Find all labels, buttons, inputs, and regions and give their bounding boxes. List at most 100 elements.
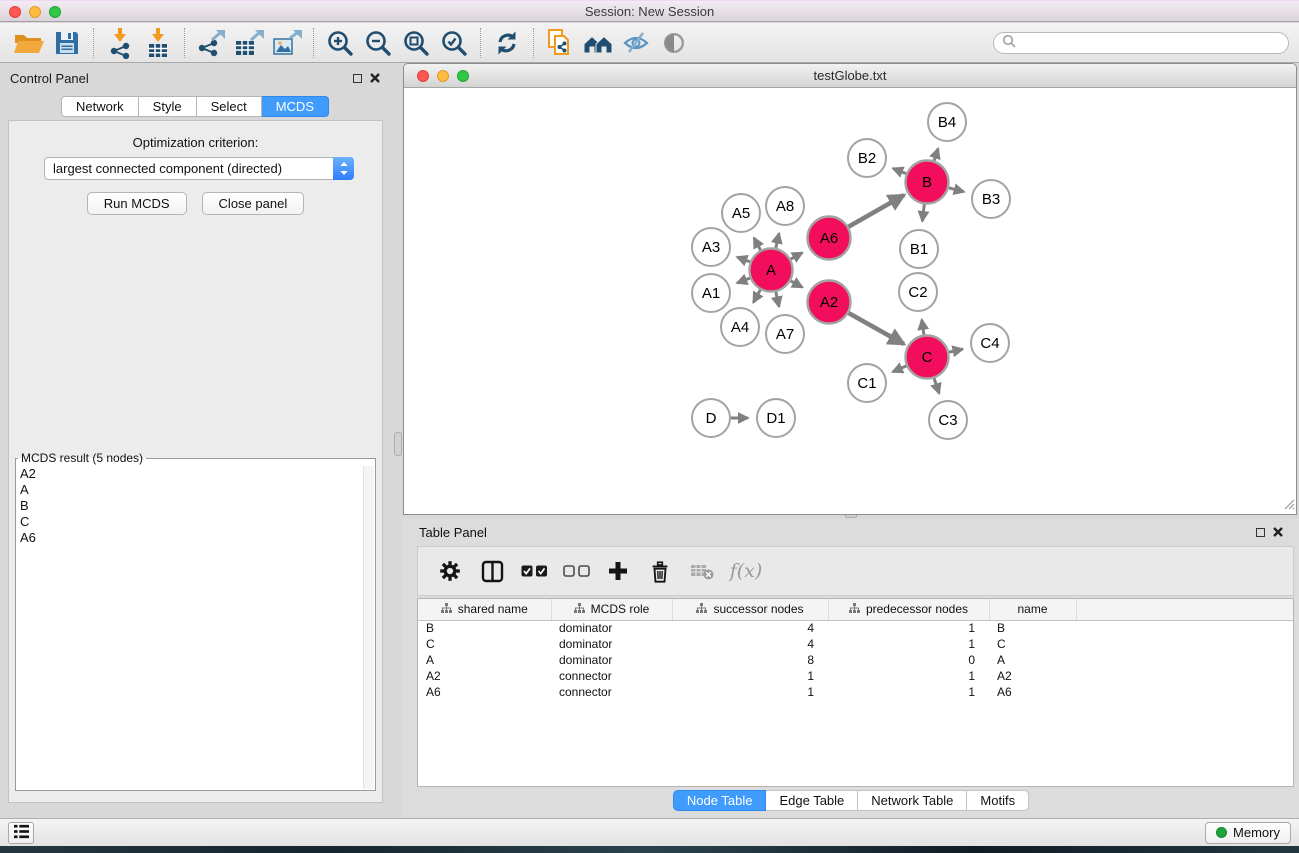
edge-B-B3[interactable] xyxy=(949,188,964,192)
tab-mcds[interactable]: MCDS xyxy=(262,96,329,117)
cell-name[interactable]: A6 xyxy=(989,684,1076,700)
result-item-a6[interactable]: A6 xyxy=(16,530,363,546)
delete-column-icon[interactable] xyxy=(642,554,678,588)
cell-successor-nodes[interactable]: 1 xyxy=(672,684,828,700)
zoom-selected-icon[interactable] xyxy=(435,26,473,60)
edge-A-A4[interactable] xyxy=(753,290,760,303)
maximize-window-button[interactable] xyxy=(49,6,61,18)
cell-mcds-role[interactable]: connector xyxy=(551,684,672,700)
edge-B-B1[interactable] xyxy=(922,204,924,221)
gear-icon[interactable] xyxy=(432,554,468,588)
cell-successor-nodes[interactable]: 4 xyxy=(672,636,828,652)
node-A4[interactable]: A4 xyxy=(721,308,759,346)
cell-mcds-role[interactable]: dominator xyxy=(551,636,672,652)
column-header-name[interactable]: name xyxy=(989,599,1076,620)
zoom-out-icon[interactable] xyxy=(359,26,397,60)
table-row-b[interactable]: Bdominator41B xyxy=(418,620,1293,636)
show-eye-icon[interactable] xyxy=(655,26,693,60)
open-folder-icon[interactable] xyxy=(10,26,48,60)
cell-shared-name[interactable]: A2 xyxy=(418,668,551,684)
cell-mcds-role[interactable]: dominator xyxy=(551,620,672,636)
network-window-titlebar[interactable]: testGlobe.txt xyxy=(404,64,1296,88)
result-item-a[interactable]: A xyxy=(16,482,363,498)
tab-edge-table[interactable]: Edge Table xyxy=(766,790,858,811)
zoom-in-icon[interactable] xyxy=(321,26,359,60)
cell-predecessor-nodes[interactable]: 1 xyxy=(828,684,989,700)
close-table-panel-icon[interactable] xyxy=(1273,527,1283,537)
edge-A-A3[interactable] xyxy=(737,257,750,262)
edge-A-A7[interactable] xyxy=(776,292,779,307)
cell-successor-nodes[interactable]: 1 xyxy=(672,668,828,684)
cell-shared-name[interactable]: A6 xyxy=(418,684,551,700)
node-A2[interactable]: A2 xyxy=(808,281,851,324)
memory-button[interactable]: Memory xyxy=(1205,822,1291,844)
cell-name[interactable]: C xyxy=(989,636,1076,652)
network-maximize-button[interactable] xyxy=(457,70,469,82)
node-A[interactable]: A xyxy=(750,249,793,292)
node-C4[interactable]: C4 xyxy=(971,324,1009,362)
tab-network[interactable]: Network xyxy=(61,96,139,117)
cell-successor-nodes[interactable]: 8 xyxy=(672,652,828,668)
home-icon[interactable] xyxy=(579,26,617,60)
tab-motifs[interactable]: Motifs xyxy=(967,790,1029,811)
edge-C-C1[interactable] xyxy=(893,366,907,372)
node-B1[interactable]: B1 xyxy=(900,230,938,268)
cell-predecessor-nodes[interactable]: 1 xyxy=(828,620,989,636)
import-table-icon[interactable] xyxy=(139,26,177,60)
import-network-icon[interactable] xyxy=(101,26,139,60)
node-B2[interactable]: B2 xyxy=(848,139,886,177)
tab-node-table[interactable]: Node Table xyxy=(673,790,767,811)
column-header-predecessor-nodes[interactable]: predecessor nodes xyxy=(828,599,989,620)
search-input[interactable] xyxy=(1020,36,1280,50)
cell-predecessor-nodes[interactable]: 0 xyxy=(828,652,989,668)
edge-C-C3[interactable] xyxy=(934,378,939,393)
edge-A-A5[interactable] xyxy=(754,238,761,250)
result-item-a2[interactable]: A2 xyxy=(16,466,363,482)
refresh-icon[interactable] xyxy=(488,26,526,60)
node-B[interactable]: B xyxy=(906,161,949,204)
edge-A-A1[interactable] xyxy=(737,278,750,283)
app-titlebar[interactable]: Session: New Session xyxy=(0,0,1299,22)
run-mcds-button[interactable]: Run MCDS xyxy=(87,192,187,215)
split-columns-icon[interactable] xyxy=(474,554,510,588)
cell-name[interactable]: B xyxy=(989,620,1076,636)
cell-mcds-role[interactable]: dominator xyxy=(551,652,672,668)
node-D[interactable]: D xyxy=(692,399,730,437)
add-column-icon[interactable] xyxy=(600,554,636,588)
cell-predecessor-nodes[interactable]: 1 xyxy=(828,636,989,652)
node-B3[interactable]: B3 xyxy=(972,180,1010,218)
tab-style[interactable]: Style xyxy=(139,96,197,117)
vertical-splitter-handle[interactable] xyxy=(394,432,402,456)
edge-C-C4[interactable] xyxy=(949,349,963,352)
criterion-select[interactable]: largest connected component (directed) xyxy=(44,157,354,180)
edge-A2-C[interactable] xyxy=(849,313,904,344)
node-A5[interactable]: A5 xyxy=(722,194,760,232)
window-resize-grip[interactable] xyxy=(1281,496,1295,513)
task-history-button[interactable] xyxy=(8,822,34,844)
cell-shared-name[interactable]: B xyxy=(418,620,551,636)
hide-eye-icon[interactable] xyxy=(617,26,655,60)
node-C1[interactable]: C1 xyxy=(848,364,886,402)
save-icon[interactable] xyxy=(48,26,86,60)
edge-B-B2[interactable] xyxy=(893,168,906,173)
edge-A-A6[interactable] xyxy=(791,253,803,259)
table-row-c[interactable]: Cdominator41C xyxy=(418,636,1293,652)
table-row-a2[interactable]: A2connector11A2 xyxy=(418,668,1293,684)
node-B4[interactable]: B4 xyxy=(928,103,966,141)
edge-B-B4[interactable] xyxy=(934,149,938,161)
minimize-window-button[interactable] xyxy=(29,6,41,18)
node-C[interactable]: C xyxy=(906,336,949,379)
table-row-a[interactable]: Adominator80A xyxy=(418,652,1293,668)
float-panel-icon[interactable] xyxy=(353,74,362,83)
close-panel-button[interactable]: Close panel xyxy=(202,192,305,215)
cell-mcds-role[interactable]: connector xyxy=(551,668,672,684)
export-network-icon[interactable] xyxy=(192,26,230,60)
edge-A6-B[interactable] xyxy=(849,195,905,227)
zoom-fit-icon[interactable] xyxy=(397,26,435,60)
result-item-c[interactable]: C xyxy=(16,514,363,530)
node-C3[interactable]: C3 xyxy=(929,401,967,439)
clear-checks-icon[interactable] xyxy=(558,554,594,588)
cell-shared-name[interactable]: A xyxy=(418,652,551,668)
cell-shared-name[interactable]: C xyxy=(418,636,551,652)
network-graph[interactable]: B4B2BB3A5A8A6A3B1AA1C2A2A4A7C4CC1C3DD1 xyxy=(404,89,1296,510)
